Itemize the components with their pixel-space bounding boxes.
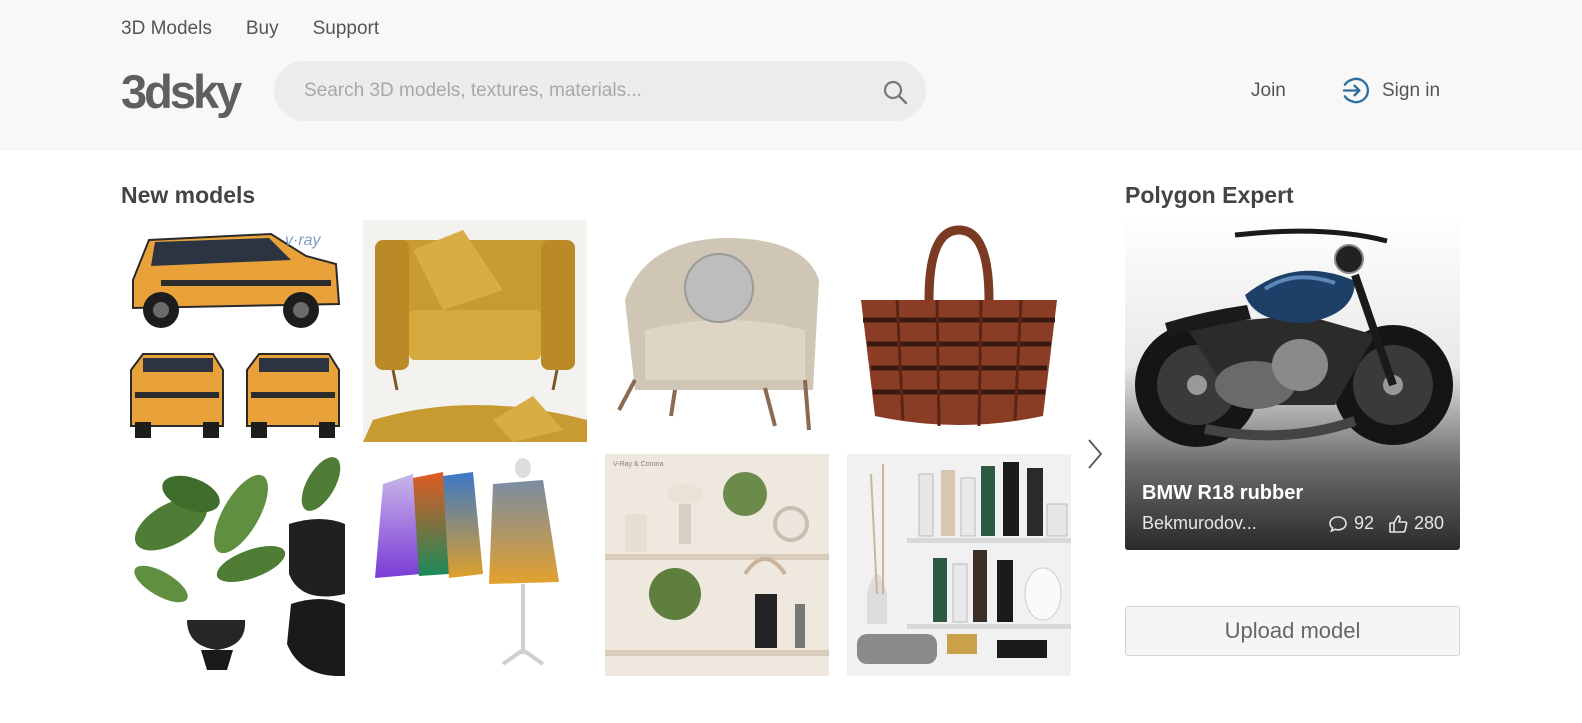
- model-tile[interactable]: [363, 454, 587, 676]
- new-models-title: New models: [121, 182, 256, 208]
- sweaters-thumbnail: [363, 454, 587, 676]
- signin-label: Sign in: [1382, 79, 1441, 101]
- chevron-right-icon[interactable]: [1085, 438, 1105, 470]
- model-tile[interactable]: [605, 220, 829, 442]
- comment-icon: [1329, 515, 1347, 533]
- armchair-beige-thumbnail: [605, 220, 829, 442]
- model-tile[interactable]: v·ray: [121, 220, 345, 442]
- nav-3d-models[interactable]: 3D Models: [121, 17, 212, 41]
- model-tile[interactable]: [847, 454, 1071, 676]
- like-count: 280: [1414, 513, 1445, 533]
- nav-support[interactable]: Support: [313, 17, 380, 41]
- thumbs-up-icon[interactable]: [1388, 514, 1408, 534]
- model-stats: 92 280: [1328, 513, 1444, 534]
- top-nav: 3D Models Buy Support: [121, 17, 379, 41]
- expert-model-card[interactable]: BMW R18 rubber Bekmurodov... 92 280: [1125, 215, 1460, 550]
- model-tile[interactable]: [363, 220, 587, 442]
- header: 3D Models Buy Support 3dsky Join Sign in: [0, 0, 1582, 151]
- suv-thumbnail: v·ray: [121, 220, 345, 442]
- plant-thumbnail: [121, 454, 345, 676]
- vray-badge: v·ray: [285, 232, 322, 249]
- armchair-thumbnail: [363, 220, 587, 442]
- signin-link[interactable]: Sign in: [1341, 76, 1440, 105]
- model-tile[interactable]: [847, 220, 1071, 442]
- comment-count: 92: [1354, 513, 1375, 533]
- upload-model-button[interactable]: Upload model: [1125, 606, 1460, 656]
- signin-icon: [1342, 77, 1369, 104]
- 3dsky-logo[interactable]: 3dsky: [121, 62, 245, 118]
- model-tile[interactable]: V-Ray & Corona: [605, 454, 829, 676]
- polygon-expert-title: Polygon Expert: [1125, 182, 1294, 208]
- search-input[interactable]: [304, 61, 864, 121]
- search-bar: [274, 61, 926, 121]
- basket-bag-thumbnail: [847, 220, 1071, 442]
- decor-caption: V-Ray & Corona: [613, 461, 664, 468]
- logo-text: 3dsky: [121, 65, 242, 118]
- model-tile[interactable]: [121, 454, 345, 676]
- new-models-grid: v·ray V-Ray & Corona: [121, 220, 1071, 677]
- nav-buy[interactable]: Buy: [246, 17, 279, 41]
- join-link[interactable]: Join: [1251, 79, 1286, 103]
- cosmetics-thumbnail: [847, 454, 1071, 676]
- model-author[interactable]: Bekmurodov...: [1142, 513, 1257, 534]
- model-title[interactable]: BMW R18 rubber: [1142, 482, 1303, 505]
- search-icon[interactable]: [882, 79, 908, 105]
- decor-shelf-thumbnail: V-Ray & Corona: [605, 454, 829, 676]
